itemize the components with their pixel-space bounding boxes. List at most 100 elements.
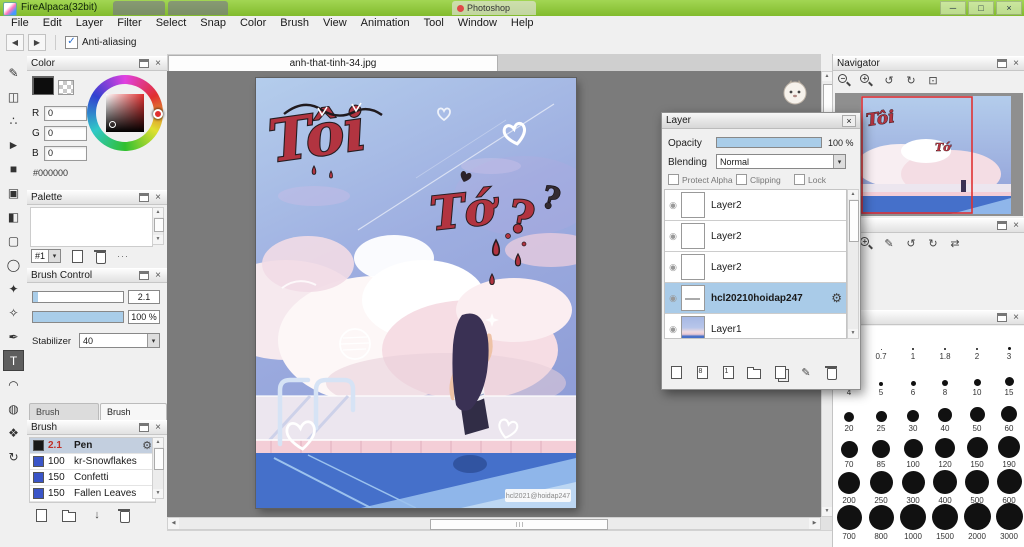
brush-size-option[interactable]: 250 [865,470,897,506]
dock-toggle-left-button[interactable]: ◀ [6,34,24,51]
scroll-down-icon[interactable]: ▼ [822,507,832,516]
menu-item[interactable]: Edit [36,16,69,31]
add-folder-button[interactable] [746,364,762,380]
gradient-tool[interactable]: ◧ [3,206,24,227]
brush-size-option[interactable]: 10 [961,362,993,398]
flip-button[interactable]: ⇄ [946,235,964,252]
antialiasing-checkbox[interactable]: ✓ [65,36,78,49]
menu-item[interactable]: Select [149,16,194,31]
scrollbar-thumb[interactable] [154,448,164,470]
brush-opacity-slider[interactable] [32,311,124,323]
menu-item[interactable]: Help [504,16,541,31]
scroll-up-icon[interactable]: ▲ [153,438,163,447]
eraser-tool[interactable]: ◫ [3,86,24,107]
duplicate-layer-button[interactable] [772,364,788,380]
close-icon[interactable]: × [153,58,163,69]
brush-panel-header[interactable]: Brush × [27,420,167,435]
brush-size-option[interactable]: 100 [897,434,929,470]
magic-wand-tool[interactable]: ✦ [3,278,24,299]
scroll-down-icon[interactable]: ▼ [848,329,858,338]
maximize-button[interactable]: □ [968,1,994,15]
zoom-in-button[interactable]: + [858,72,876,89]
reset-view-button[interactable]: ⊡ [924,72,942,89]
menu-item[interactable]: Brush [273,16,316,31]
layer-dialog-titlebar[interactable]: Layer × [662,113,860,129]
menu-item[interactable]: View [316,16,354,31]
add-brush-button[interactable] [33,507,49,523]
zoom-out-button[interactable]: − [836,72,854,89]
layer-opacity-slider[interactable] [716,137,822,148]
scroll-down-icon[interactable]: ▼ [153,235,163,244]
size-panel-header[interactable]: Size × [833,218,1024,233]
blur-finger-tool[interactable]: ∴ [3,110,24,131]
bucket-fill-tool[interactable]: ▣ [3,182,24,203]
brush-size-option[interactable]: 8 [929,362,961,398]
scroll-down-icon[interactable]: ▼ [153,489,163,498]
brush-size-value[interactable]: 2.1 [128,290,160,304]
gear-icon[interactable]: ⚙ [142,439,152,452]
text-tool[interactable]: T [3,350,24,371]
brush-size-option[interactable]: 700 [833,505,865,542]
blending-select[interactable]: Normal ▾ [716,154,846,169]
menu-item[interactable]: Tool [417,16,451,31]
background-window-tab[interactable]: Photoshop [452,1,536,15]
brush-size-option[interactable]: 1.8 [929,326,961,362]
brush-size-option[interactable]: 150 [961,434,993,470]
brush-size-slider[interactable] [32,291,124,303]
brush-control-panel-header[interactable]: Brush Control × [27,268,167,283]
palette-more[interactable]: ··· [117,251,129,261]
brush-size-option[interactable]: 2000 [961,503,993,542]
scroll-up-icon[interactable]: ▲ [153,208,163,217]
shape-brush-tool[interactable]: ■ [3,158,24,179]
color-panel-header[interactable]: Color × [27,56,167,71]
tab-brush-control[interactable]: Brush Control [99,403,167,433]
curve-snap-tool[interactable]: ◠ [3,374,24,395]
delete-layer-button[interactable] [824,364,840,380]
brush-size-option[interactable]: 190 [993,434,1024,470]
canvas-artwork[interactable]: Tôi Tớ ? ? hcl2021@hoidap247 [256,78,576,508]
float-panel-icon[interactable] [139,423,149,432]
close-button[interactable]: × [996,1,1022,15]
background-window-tab[interactable] [113,1,165,15]
brush-size-option[interactable]: 50 [961,398,993,434]
rotate-left-button[interactable]: ↺ [880,72,898,89]
float-panel-icon[interactable] [139,271,149,280]
float-panel-icon[interactable] [997,59,1007,68]
close-icon[interactable]: × [153,422,163,433]
brush-tool[interactable]: ✎ [3,62,24,83]
ellipse-select-tool[interactable]: ◯ [3,254,24,275]
close-icon[interactable]: × [842,114,856,127]
float-panel-icon[interactable] [139,59,149,68]
brush-size-option[interactable]: 40 [929,398,961,434]
protect-alpha-checkbox[interactable]: Protect Alpha [668,174,733,185]
transfer-layer-button[interactable]: ✎ [798,364,814,380]
brush-size-option[interactable]: 500 [961,470,993,506]
layer-row[interactable]: ◉ Layer2 ⚙ [665,190,846,221]
canvas-horizontal-scrollbar[interactable]: ◀ ▶ [167,517,821,530]
menu-item[interactable]: File [4,16,36,31]
lasso-tool[interactable]: ✧ [3,302,24,323]
navigator-viewport[interactable]: Tôi Tớ [835,93,1023,216]
brush-size-option[interactable]: 400 [929,470,961,506]
brush-size-option[interactable]: 120 [929,434,961,470]
green-input[interactable]: 0 [44,126,87,141]
float-panel-icon[interactable] [997,221,1007,230]
hue-marker[interactable] [153,109,163,119]
brush-size-option[interactable]: 2 [961,326,993,362]
rotate-left-button[interactable]: ↺ [902,235,920,252]
gear-icon[interactable]: ⚙ [831,291,842,305]
rect-select-tool[interactable]: ▢ [3,230,24,251]
close-icon[interactable]: × [153,192,163,203]
dock-toggle-right-button[interactable]: ▶ [28,34,46,51]
mascot-icon[interactable] [782,79,808,105]
hand-tool[interactable]: ❖ [3,422,24,443]
brush-folder-button[interactable] [61,507,77,523]
layer-list-scrollbar[interactable]: ▲ ▼ [847,189,859,339]
close-icon[interactable]: × [153,270,163,281]
brush-size-option[interactable]: 6 [897,362,929,398]
lock-checkbox[interactable]: Lock [794,174,826,185]
red-input[interactable]: 0 [44,106,87,121]
brush-size-option[interactable]: 200 [833,470,865,506]
layer-row[interactable]: ◉ Layer1 ⚙ [665,314,846,338]
operation-tool[interactable]: ✒ [3,326,24,347]
